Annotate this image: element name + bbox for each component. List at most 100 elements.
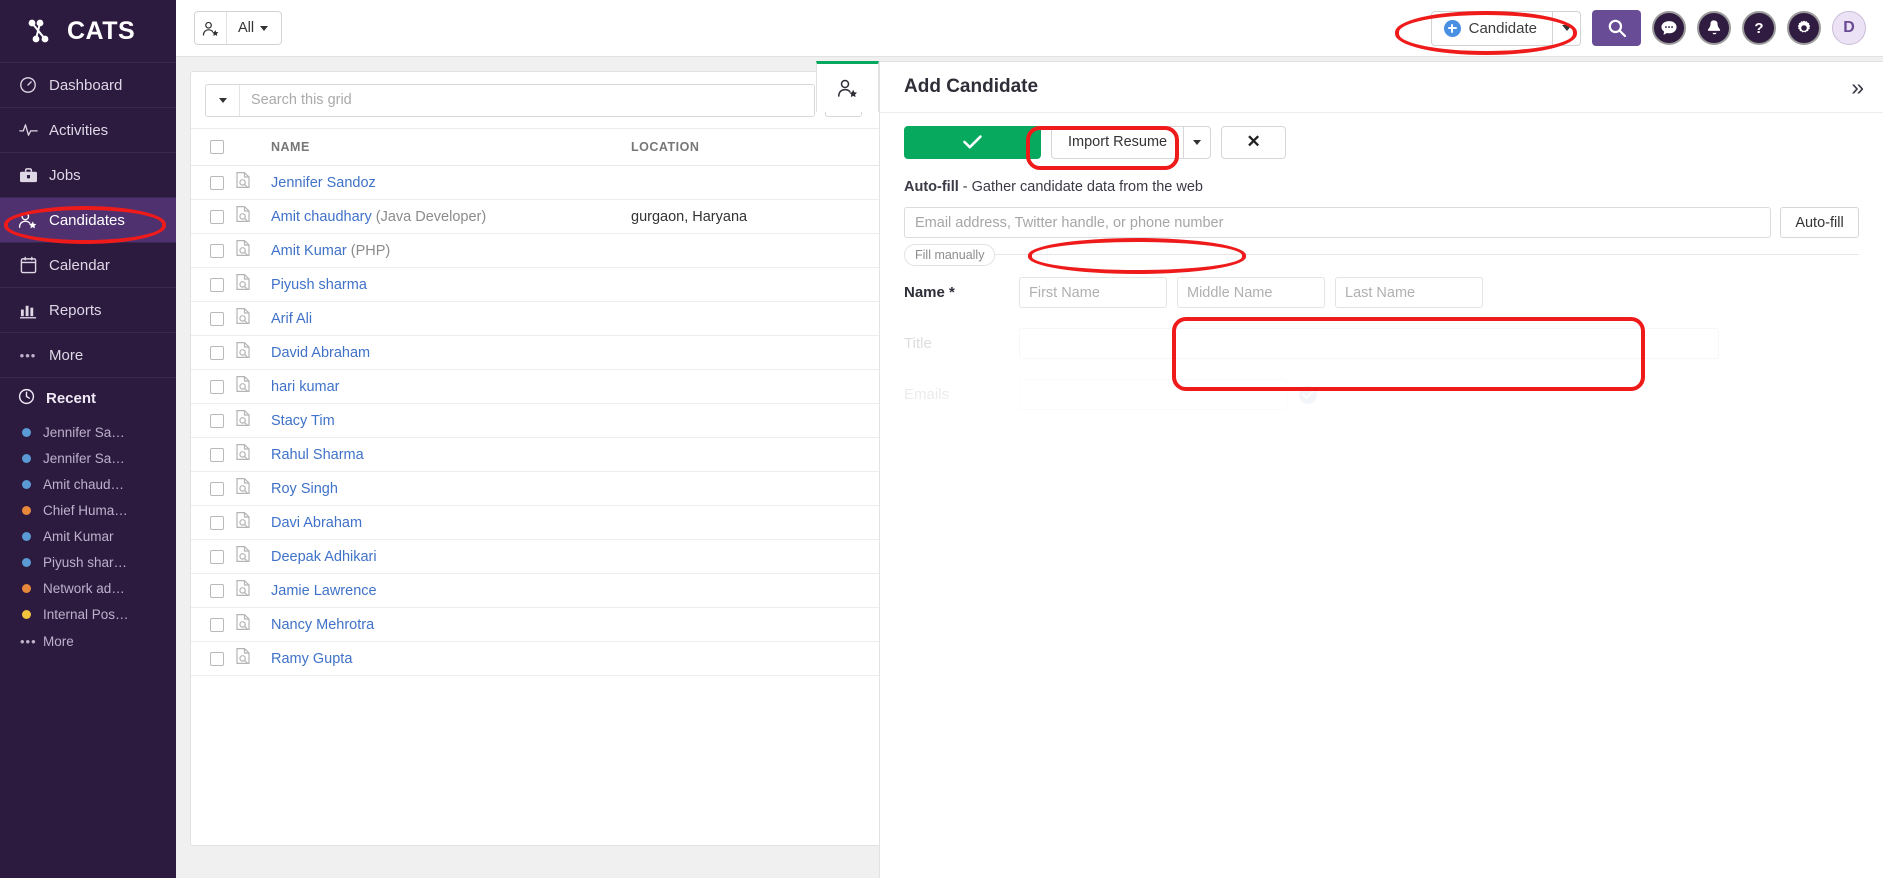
row-checkbox[interactable] <box>210 651 224 666</box>
candidate-name-link[interactable]: Ramy Gupta <box>271 651 352 667</box>
sidebar-item-more[interactable]: ••• More <box>0 332 176 377</box>
row-checkbox[interactable] <box>210 311 224 326</box>
candidate-name-link[interactable]: Deepak Adhikari <box>271 549 377 565</box>
list-item[interactable]: Network ad… <box>0 575 176 601</box>
resume-preview-icon[interactable] <box>235 511 271 534</box>
row-checkbox[interactable] <box>210 277 224 292</box>
list-item[interactable]: Amit Kumar <box>0 523 176 549</box>
sidebar-item-jobs[interactable]: Jobs <box>0 152 176 197</box>
name-cell: Davi Abraham <box>271 505 631 540</box>
resume-preview-icon[interactable] <box>235 341 271 364</box>
resume-preview-icon[interactable] <box>235 647 271 670</box>
resume-cell <box>235 165 271 200</box>
sidebar-item-activities[interactable]: Activities <box>0 107 176 152</box>
resume-preview-icon[interactable] <box>235 273 271 296</box>
candidate-name-link[interactable]: Amit Kumar (PHP) <box>271 243 390 259</box>
title-field[interactable] <box>1019 328 1719 359</box>
sidebar-item-dashboard[interactable]: Dashboard <box>0 62 176 107</box>
row-checkbox[interactable] <box>210 549 224 564</box>
list-item[interactable]: Internal Pos… <box>0 601 176 627</box>
view-filter-button[interactable]: All <box>194 11 283 45</box>
list-item[interactable]: Jennifer Sa… <box>0 445 176 471</box>
save-button[interactable] <box>904 125 1041 159</box>
candidate-name-link[interactable]: Jamie Lawrence <box>271 583 377 599</box>
search-filter-dropdown[interactable] <box>206 84 240 116</box>
help-button[interactable]: ? <box>1742 11 1776 45</box>
sidebar-item-reports[interactable]: Reports <box>0 287 176 332</box>
row-select-cell <box>191 335 235 370</box>
candidate-name-link[interactable]: Stacy Tim <box>271 413 335 429</box>
last-name-field[interactable] <box>1335 277 1483 308</box>
row-checkbox[interactable] <box>210 243 224 258</box>
middle-name-field[interactable] <box>1177 277 1325 308</box>
resume-preview-icon[interactable] <box>235 579 271 602</box>
row-select-cell <box>191 539 235 574</box>
chevron-down-icon <box>260 25 269 31</box>
candidate-name-link[interactable]: hari kumar <box>271 379 340 395</box>
resume-preview-icon[interactable] <box>235 239 271 262</box>
candidate-name-link[interactable]: David Abraham <box>271 345 370 361</box>
settings-button[interactable] <box>1787 11 1821 45</box>
import-resume-dropdown-button[interactable] <box>1183 125 1212 159</box>
panel-form: Auto-fill - Gather candidate data from t… <box>880 179 1883 410</box>
email-field[interactable] <box>1019 379 1287 410</box>
cancel-button[interactable]: ✕ <box>1221 125 1287 159</box>
resume-preview-icon[interactable] <box>235 545 271 568</box>
row-select-cell <box>191 607 235 642</box>
resume-preview-icon[interactable] <box>235 171 271 194</box>
add-candidate-dropdown-button[interactable] <box>1552 10 1581 46</box>
main-area: All Candidate ? D Search this grid NAME … <box>176 0 1883 878</box>
row-checkbox[interactable] <box>210 617 224 632</box>
add-candidate-button[interactable]: Candidate <box>1430 10 1552 46</box>
resume-preview-icon[interactable] <box>235 375 271 398</box>
status-dot <box>22 583 31 593</box>
candidate-name-link[interactable]: Jennifer Sandoz <box>271 175 376 191</box>
resume-preview-icon[interactable] <box>235 409 271 432</box>
row-checkbox[interactable] <box>210 515 224 530</box>
resume-preview-icon[interactable] <box>235 443 271 466</box>
row-checkbox[interactable] <box>210 209 224 224</box>
list-item[interactable]: Chief Huma… <box>0 497 176 523</box>
candidate-name-link[interactable]: Rahul Sharma <box>271 447 364 463</box>
list-item[interactable]: Amit chaud… <box>0 471 176 497</box>
import-resume-button[interactable]: Import Resume <box>1051 125 1184 159</box>
row-checkbox[interactable] <box>210 379 224 394</box>
candidate-name-link[interactable]: Amit chaudhary (Java Developer) <box>271 209 486 225</box>
chevron-double-right-icon[interactable]: » <box>1851 75 1864 99</box>
autofill-input[interactable] <box>904 207 1771 238</box>
row-checkbox[interactable] <box>210 345 224 360</box>
row-checkbox[interactable] <box>210 413 224 428</box>
chat-button[interactable] <box>1652 11 1686 45</box>
column-header-name[interactable]: NAME <box>271 129 631 166</box>
candidate-name-link[interactable]: Arif Ali <box>271 311 312 327</box>
resume-preview-icon[interactable] <box>235 477 271 500</box>
row-checkbox[interactable] <box>210 481 224 496</box>
search-button[interactable] <box>1592 10 1641 46</box>
calendar-icon <box>18 255 38 275</box>
search-input[interactable] <box>240 84 814 116</box>
row-checkbox[interactable] <box>210 447 224 462</box>
recent-more-button[interactable]: ••• More <box>0 627 176 655</box>
sidebar-item-candidates[interactable]: Candidates <box>0 197 176 242</box>
resume-preview-icon[interactable] <box>235 205 271 228</box>
sidebar-item-calendar[interactable]: Calendar <box>0 242 176 287</box>
notifications-button[interactable] <box>1697 11 1731 45</box>
candidate-name-link[interactable]: Davi Abraham <box>271 515 362 531</box>
autofill-button[interactable]: Auto-fill <box>1780 207 1859 238</box>
select-all-checkbox[interactable] <box>210 140 224 154</box>
candidate-name-link[interactable]: Piyush sharma <box>271 277 367 293</box>
list-item[interactable]: Jennifer Sa… <box>0 419 176 445</box>
check-circle-icon[interactable] <box>1299 385 1317 404</box>
row-checkbox[interactable] <box>210 583 224 598</box>
candidate-name-link[interactable]: Nancy Mehrotra <box>271 617 374 633</box>
avatar[interactable]: D <box>1832 11 1866 45</box>
resume-preview-icon[interactable] <box>235 613 271 636</box>
brand-logo-block[interactable]: CATS <box>0 0 176 62</box>
row-checkbox[interactable] <box>210 175 224 190</box>
resume-preview-icon[interactable] <box>235 307 271 330</box>
list-item[interactable]: Piyush shar… <box>0 549 176 575</box>
first-name-field[interactable] <box>1019 277 1167 308</box>
panel-tab-icon-button[interactable] <box>816 61 879 112</box>
recent-item-label: Amit chaud… <box>43 476 125 492</box>
candidate-name-link[interactable]: Roy Singh <box>271 481 338 497</box>
